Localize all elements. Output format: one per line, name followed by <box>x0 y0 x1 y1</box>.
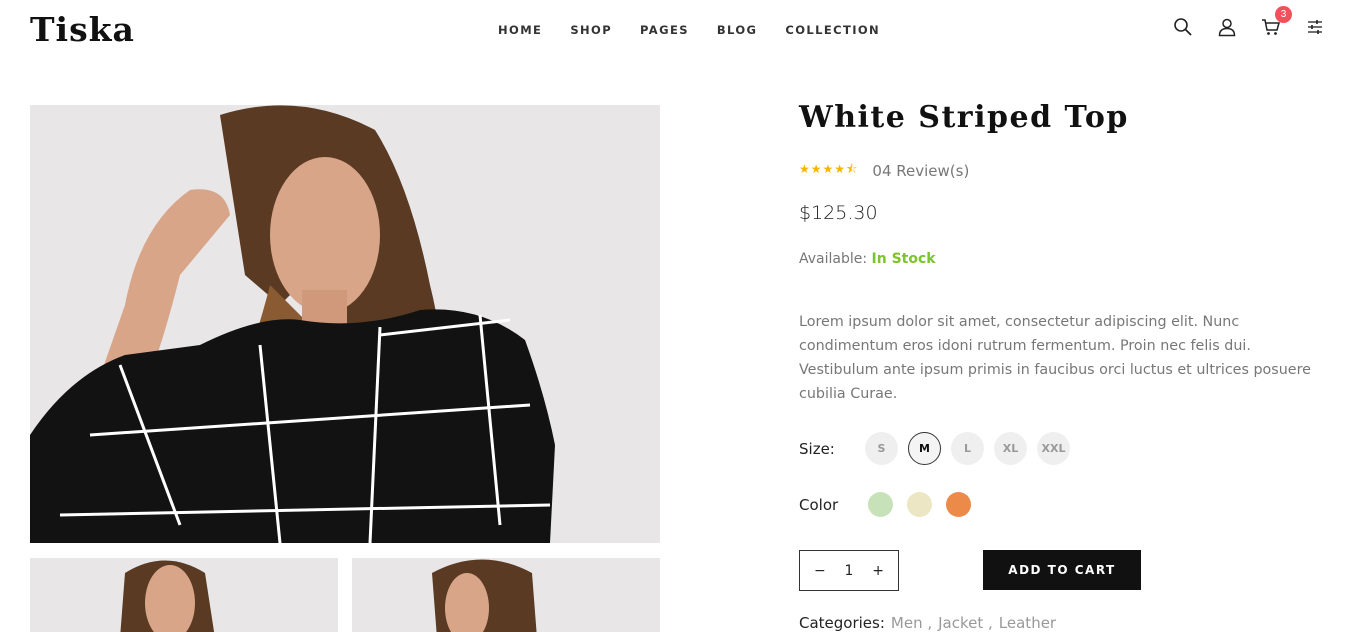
size-option-xl[interactable]: XL <box>994 432 1027 465</box>
quantity-stepper: − 1 + <box>799 550 899 591</box>
color-label: Color <box>799 495 839 514</box>
product-thumbnail-1[interactable] <box>30 558 338 632</box>
size-option-l[interactable]: L <box>951 432 984 465</box>
stock-status: In Stock <box>871 251 936 267</box>
nav-shop[interactable]: SHOP <box>570 23 612 37</box>
add-to-cart-button[interactable]: ADD TO CART <box>983 550 1141 590</box>
availability: Available: In Stock <box>799 251 936 267</box>
color-swatch-green[interactable] <box>868 492 893 517</box>
product-description: Lorem ipsum dolor sit amet, consectetur … <box>799 314 1311 402</box>
nav-home[interactable]: HOME <box>498 23 542 37</box>
size-label: Size: <box>799 439 835 458</box>
product-categories: Categories: Men , Jacket , Leather <box>799 614 1056 632</box>
cart-count-badge: 3 <box>1275 6 1292 23</box>
nav-blog[interactable]: BLOG <box>717 23 758 37</box>
category-link-leather[interactable]: Leather <box>999 614 1056 632</box>
star-rating-icon: ★★★★⯪ <box>799 162 859 176</box>
search-icon[interactable] <box>1172 16 1194 38</box>
color-swatch-orange[interactable] <box>946 492 971 517</box>
nav-pages[interactable]: PAGES <box>640 23 689 37</box>
cart-icon[interactable]: 3 <box>1260 6 1292 38</box>
size-option-xxl[interactable]: XXL <box>1037 432 1070 465</box>
quantity-increase-button[interactable]: + <box>872 563 884 579</box>
product-price: $125.30 <box>799 202 878 224</box>
color-swatch-cream[interactable] <box>907 492 932 517</box>
category-link-men[interactable]: Men , <box>891 614 932 632</box>
quantity-decrease-button[interactable]: − <box>814 563 826 579</box>
review-count[interactable]: 04 Review(s) <box>872 162 969 180</box>
main-nav: HOME SHOP PAGES BLOG COLLECTION <box>498 23 880 37</box>
header-icons: 3 <box>1172 6 1326 38</box>
color-selector: Color <box>799 492 971 517</box>
size-option-s[interactable]: S <box>865 432 898 465</box>
sliders-icon[interactable] <box>1304 16 1326 38</box>
product-main-image[interactable] <box>30 105 660 543</box>
user-icon[interactable] <box>1216 16 1238 38</box>
quantity-value[interactable]: 1 <box>845 563 854 579</box>
availability-label: Available: <box>799 251 868 267</box>
categories-label: Categories: <box>799 614 885 632</box>
product-rating: ★★★★⯪ 04 Review(s) <box>799 160 969 181</box>
category-link-jacket[interactable]: Jacket , <box>938 614 993 632</box>
nav-collection[interactable]: COLLECTION <box>785 23 880 37</box>
product-thumbnail-2[interactable] <box>352 558 660 632</box>
size-selector: Size: S M L XL XXL <box>799 432 1070 465</box>
size-option-m[interactable]: M <box>908 432 941 465</box>
product-title: White Striped Top <box>799 100 1129 135</box>
brand-logo[interactable]: Tiska <box>30 10 135 49</box>
